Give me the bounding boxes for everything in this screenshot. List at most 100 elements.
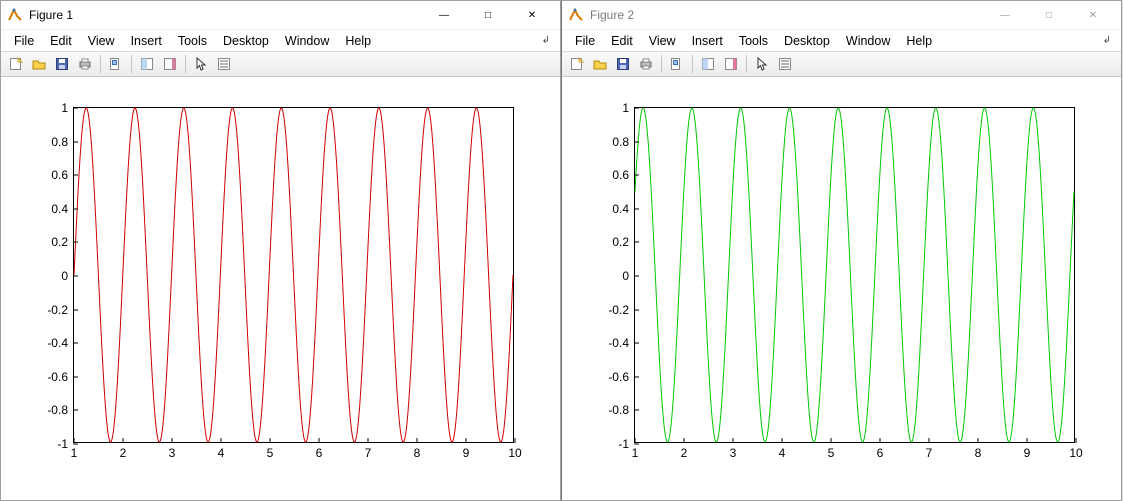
y-tick-mark [634, 208, 639, 209]
link-plot-icon[interactable] [136, 53, 158, 75]
open-icon[interactable] [28, 53, 50, 75]
y-tick-label: -0.6 [608, 370, 635, 384]
x-tick-mark [831, 438, 832, 443]
x-tick-mark [733, 438, 734, 443]
y-tick-mark [73, 343, 78, 344]
y-tick-mark [73, 309, 78, 310]
y-tick-mark [73, 242, 78, 243]
menu-tools[interactable]: Tools [171, 32, 214, 50]
menu-file[interactable]: File [7, 32, 41, 50]
y-tick-mark [73, 108, 78, 109]
titlebar[interactable]: Figure 1 — □ ✕ [1, 1, 560, 29]
menu-desktop[interactable]: Desktop [777, 32, 837, 50]
save-icon[interactable] [612, 53, 634, 75]
x-tick-label: 2 [681, 442, 688, 460]
pointer-icon[interactable] [190, 53, 212, 75]
menu-help[interactable]: Help [338, 32, 378, 50]
insert-legend-icon[interactable] [213, 53, 235, 75]
menu-tools[interactable]: Tools [732, 32, 775, 50]
y-tick-label: -0.2 [47, 303, 74, 317]
plot-area[interactable]: -1-0.8-0.6-0.4-0.200.20.40.60.8112345678… [562, 77, 1121, 500]
y-tick-label: -0.4 [608, 336, 635, 350]
titlebar[interactable]: Figure 2 — □ ✕ [562, 1, 1121, 29]
window-title: Figure 2 [590, 8, 634, 22]
close-button[interactable]: ✕ [510, 1, 554, 29]
print-icon[interactable] [74, 53, 96, 75]
y-tick-label: -0.4 [47, 336, 74, 350]
menu-insert[interactable]: Insert [124, 32, 169, 50]
x-tick-label: 10 [1069, 442, 1082, 460]
x-tick-mark [172, 438, 173, 443]
print-preview-icon[interactable] [666, 53, 688, 75]
y-tick-mark [634, 242, 639, 243]
print-icon[interactable] [635, 53, 657, 75]
menu-insert[interactable]: Insert [685, 32, 730, 50]
y-tick-mark [73, 376, 78, 377]
y-tick-label: 0.6 [51, 168, 74, 182]
y-tick-label: 0.8 [612, 135, 635, 149]
x-tick-label: 3 [169, 442, 176, 460]
insert-legend-icon[interactable] [774, 53, 796, 75]
toolbar [1, 51, 560, 77]
x-tick-mark [515, 438, 516, 443]
pointer-icon[interactable] [751, 53, 773, 75]
menu-window[interactable]: Window [839, 32, 897, 50]
new-figure-icon[interactable] [5, 53, 27, 75]
x-tick-mark [782, 438, 783, 443]
maximize-button[interactable]: □ [466, 1, 510, 29]
y-tick-label: 0.8 [51, 135, 74, 149]
toolbar-separator [131, 55, 132, 73]
maximize-button[interactable]: □ [1027, 1, 1071, 29]
plot-line [74, 108, 513, 442]
new-figure-icon[interactable] [566, 53, 588, 75]
axes: -1-0.8-0.6-0.4-0.200.20.40.60.8112345678… [73, 107, 514, 443]
y-tick-label: 0.4 [612, 202, 635, 216]
menu-file[interactable]: File [568, 32, 602, 50]
y-tick-label: -0.8 [47, 403, 74, 417]
x-tick-mark [74, 438, 75, 443]
y-tick-label: 0.2 [51, 235, 74, 249]
menu-desktop[interactable]: Desktop [216, 32, 276, 50]
y-tick-mark [634, 343, 639, 344]
toolbar-separator [100, 55, 101, 73]
x-tick-mark [929, 438, 930, 443]
menu-edit[interactable]: Edit [604, 32, 640, 50]
save-icon[interactable] [51, 53, 73, 75]
y-tick-label: -0.2 [608, 303, 635, 317]
x-tick-label: 8 [414, 442, 421, 460]
menu-view[interactable]: View [81, 32, 122, 50]
menu-edit[interactable]: Edit [43, 32, 79, 50]
x-tick-label: 6 [877, 442, 884, 460]
close-button[interactable]: ✕ [1071, 1, 1115, 29]
print-preview-icon[interactable] [105, 53, 127, 75]
y-tick-label: -0.8 [608, 403, 635, 417]
menu-window[interactable]: Window [278, 32, 336, 50]
minimize-button[interactable]: — [422, 1, 466, 29]
x-tick-mark [123, 438, 124, 443]
y-tick-label: 0.6 [612, 168, 635, 182]
menubar-overflow-icon[interactable]: ↲ [1103, 35, 1115, 46]
x-tick-mark [417, 438, 418, 443]
y-tick-label: 0.2 [612, 235, 635, 249]
plot-area[interactable]: -1-0.8-0.6-0.4-0.200.20.40.60.8112345678… [1, 77, 560, 500]
window-title: Figure 1 [29, 8, 73, 22]
y-tick-mark [73, 141, 78, 142]
y-tick-label: 0.4 [51, 202, 74, 216]
toolbar [562, 51, 1121, 77]
toolbar-separator [185, 55, 186, 73]
minimize-button[interactable]: — [983, 1, 1027, 29]
link-plot-icon[interactable] [697, 53, 719, 75]
x-tick-label: 7 [926, 442, 933, 460]
toolbar-separator [746, 55, 747, 73]
menu-view[interactable]: View [642, 32, 683, 50]
colorbar-icon[interactable] [720, 53, 742, 75]
x-tick-mark [1027, 438, 1028, 443]
colorbar-icon[interactable] [159, 53, 181, 75]
x-tick-label: 3 [730, 442, 737, 460]
x-tick-mark [635, 438, 636, 443]
menubar-overflow-icon[interactable]: ↲ [542, 35, 554, 46]
x-tick-mark [978, 438, 979, 443]
open-icon[interactable] [589, 53, 611, 75]
menu-help[interactable]: Help [899, 32, 939, 50]
x-tick-mark [319, 438, 320, 443]
